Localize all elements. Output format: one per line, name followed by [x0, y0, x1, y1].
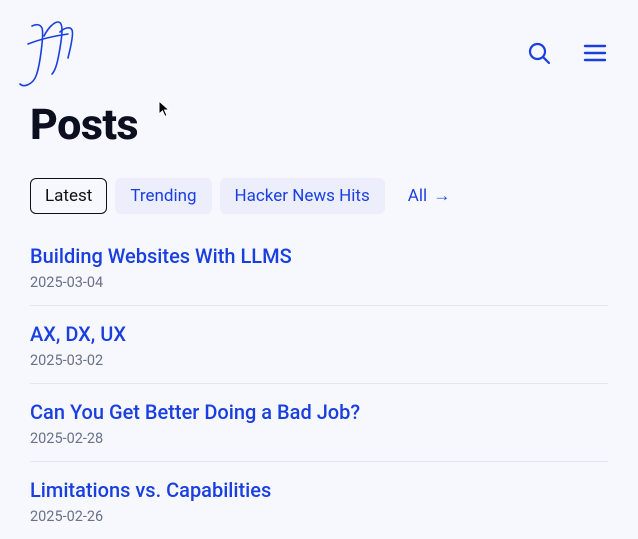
tab-label: Trending — [130, 186, 196, 206]
list-item: AX, DX, UX 2025-03-02 — [30, 322, 608, 384]
tab-label: All — [408, 186, 427, 206]
post-date: 2025-02-26 — [30, 508, 608, 525]
tab-label: Hacker News Hits — [235, 186, 370, 206]
page-title: Posts — [30, 100, 608, 150]
tab-hacker-news-hits[interactable]: Hacker News Hits — [220, 178, 385, 214]
tabs: Latest Trending Hacker News Hits All → — [30, 178, 608, 214]
post-date: 2025-02-28 — [30, 430, 608, 447]
post-title-link[interactable]: Can You Get Better Doing a Bad Job? — [30, 400, 608, 424]
arrow-right-icon: → — [433, 186, 450, 206]
post-date: 2025-03-04 — [30, 274, 608, 291]
tab-all[interactable]: All → — [393, 178, 466, 214]
menu-icon[interactable] — [582, 40, 608, 66]
topbar-actions — [526, 40, 608, 66]
list-item: Can You Get Better Doing a Bad Job? 2025-… — [30, 400, 608, 462]
list-item: Building Websites With LLMS 2025-03-04 — [30, 244, 608, 306]
post-title-link[interactable]: AX, DX, UX — [30, 322, 608, 346]
topbar — [0, 0, 638, 90]
post-title-link[interactable]: Limitations vs. Capabilities — [30, 478, 608, 502]
search-icon[interactable] — [526, 40, 552, 66]
main-content: Posts Latest Trending Hacker News Hits All … — [0, 100, 638, 539]
post-list: Building Websites With LLMS 2025-03-04 AX,… — [30, 244, 608, 539]
post-date: 2025-03-02 — [30, 352, 608, 369]
tab-trending[interactable]: Trending — [115, 178, 211, 214]
tab-label: Latest — [45, 186, 92, 206]
tab-latest[interactable]: Latest — [30, 178, 107, 214]
site-logo[interactable] — [18, 14, 78, 90]
post-title-link[interactable]: Building Websites With LLMS — [30, 244, 608, 268]
